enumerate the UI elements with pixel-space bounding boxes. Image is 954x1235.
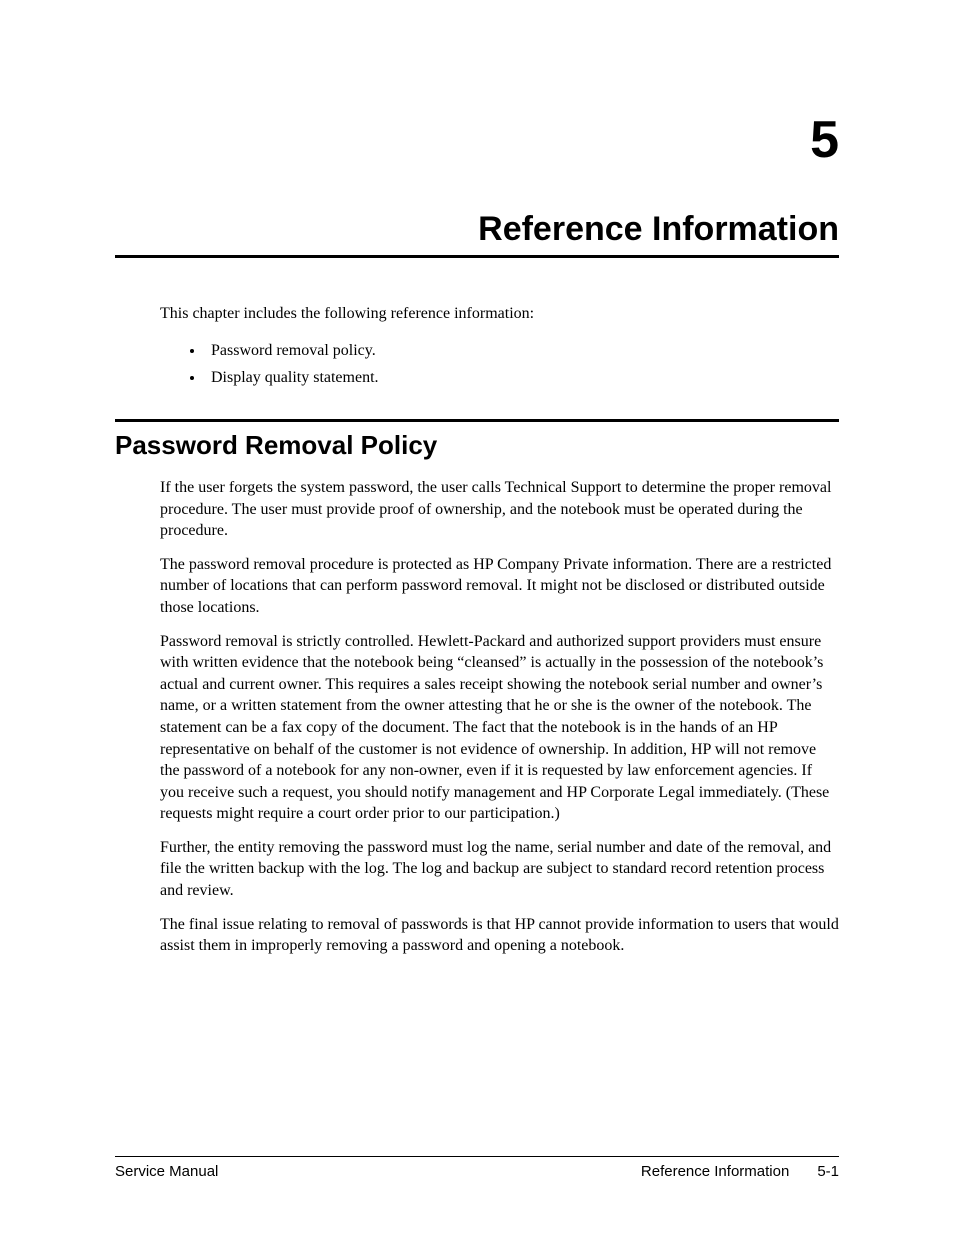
section-body: If the user forgets the system password,…: [160, 477, 839, 957]
footer-right: Reference Information 5-1: [641, 1163, 839, 1180]
intro-paragraph: This chapter includes the following refe…: [160, 303, 839, 325]
document-page: 5 Reference Information This chapter inc…: [0, 0, 954, 1235]
body-paragraph: Further, the entity removing the passwor…: [160, 837, 839, 902]
page-footer: Service Manual Reference Information 5-1: [115, 1156, 839, 1180]
footer-row: Service Manual Reference Information 5-1: [115, 1163, 839, 1180]
body-paragraph: Password removal is strictly controlled.…: [160, 631, 839, 825]
body-paragraph: If the user forgets the system password,…: [160, 477, 839, 542]
list-item: Display quality statement.: [205, 364, 839, 391]
section-rule: [115, 419, 839, 422]
chapter-number: 5: [115, 110, 839, 170]
chapter-rule: [115, 255, 839, 258]
chapter-title: Reference Information: [115, 210, 839, 249]
intro-bullet-list: Password removal policy. Display quality…: [175, 337, 839, 391]
footer-section-name: Reference Information: [641, 1163, 789, 1180]
body-paragraph: The password removal procedure is protec…: [160, 554, 839, 619]
footer-left: Service Manual: [115, 1163, 218, 1180]
list-item: Password removal policy.: [205, 337, 839, 364]
footer-page-number: 5-1: [817, 1163, 839, 1180]
body-paragraph: The final issue relating to removal of p…: [160, 914, 839, 957]
footer-rule: [115, 1156, 839, 1157]
section-heading: Password Removal Policy: [115, 430, 839, 461]
